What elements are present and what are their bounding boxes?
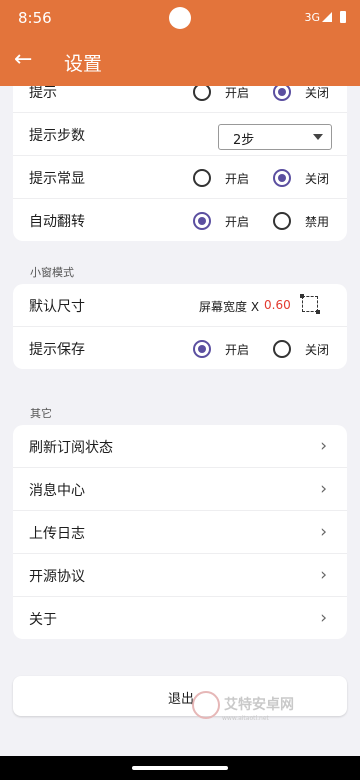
resize-icon[interactable]: [300, 294, 320, 314]
auto-flip-on-radio[interactable]: [193, 212, 211, 230]
watermark: 艾特安卓网 www.aitaotl.net: [192, 691, 294, 722]
list-item-open-source-license[interactable]: 开源协议 ›: [13, 554, 347, 597]
chevron-right-icon: ›: [320, 608, 327, 628]
battery-icon: [340, 11, 346, 23]
status-time: 8:56: [18, 9, 52, 27]
back-arrow-icon[interactable]: ←: [14, 47, 38, 73]
hint-steps-label: 提示步数: [29, 128, 85, 144]
hint-settings-card: 提示 开启 关闭 提示步数 2步 提示常显 开启 关闭 自动翻转 开启 禁用: [13, 86, 347, 241]
chevron-right-icon: ›: [320, 479, 327, 499]
watermark-text: 艾特安卓网: [224, 697, 294, 713]
list-item-upload-log[interactable]: 上传日志 ›: [13, 511, 347, 554]
dropdown-value: 2步: [233, 133, 255, 148]
hint-always-label: 提示常显: [29, 171, 85, 187]
hint-save-on-radio[interactable]: [193, 340, 211, 358]
option-on-label: 开启: [225, 172, 250, 186]
hint-steps-dropdown[interactable]: 2步: [218, 124, 332, 150]
hint-steps-row: 提示步数 2步: [13, 113, 347, 156]
list-item-message-center[interactable]: 消息中心 ›: [13, 468, 347, 511]
chevron-down-icon: [313, 134, 323, 140]
row-label: 提示: [29, 86, 57, 101]
screen-width-label: 屏幕宽度 X: [199, 300, 260, 314]
option-off-label: 关闭: [305, 86, 330, 100]
row-label: 关于: [29, 612, 57, 628]
section-title-other: 其它: [30, 407, 52, 420]
chevron-right-icon: ›: [320, 522, 327, 542]
option-on-label: 开启: [225, 215, 250, 229]
logout-button[interactable]: 退出: [13, 676, 347, 716]
default-size-row: 默认尺寸 屏幕宽度 X 0.60: [13, 284, 347, 327]
list-item-refresh-subscription[interactable]: 刷新订阅状态 ›: [13, 425, 347, 468]
option-off-label: 关闭: [305, 343, 330, 357]
radio-on[interactable]: [193, 86, 211, 101]
navigation-bar: [0, 756, 360, 780]
hint-always-on-radio[interactable]: [193, 169, 211, 187]
default-size-label: 默认尺寸: [29, 299, 85, 315]
app-bar: ← 设置: [0, 36, 360, 86]
size-factor-value: 0.60: [264, 298, 291, 312]
auto-flip-label: 自动翻转: [29, 214, 85, 230]
other-card: 刷新订阅状态 › 消息中心 › 上传日志 › 开源协议 › 关于 ›: [13, 425, 347, 639]
hint-always-row: 提示常显 开启 关闭: [13, 156, 347, 199]
list-item-about[interactable]: 关于 ›: [13, 597, 347, 639]
status-bar: 8:56 3G: [0, 0, 360, 36]
auto-flip-row: 自动翻转 开启 禁用: [13, 199, 347, 241]
page-title: 设置: [64, 53, 103, 75]
section-title-small-window: 小窗模式: [30, 266, 74, 279]
chevron-right-icon: ›: [320, 565, 327, 585]
row-label: 开源协议: [29, 569, 85, 585]
hint-partial-row: 提示 开启 关闭: [13, 86, 347, 113]
logout-label: 退出: [168, 692, 195, 707]
signal-icon: [322, 12, 332, 22]
hint-save-off-radio[interactable]: [273, 340, 291, 358]
option-on-label: 开启: [225, 343, 250, 357]
watermark-url: www.aitaotl.net: [222, 715, 269, 722]
hint-save-row: 提示保存 开启 关闭: [13, 327, 347, 369]
chevron-right-icon: ›: [320, 436, 327, 456]
row-label: 刷新订阅状态: [29, 440, 113, 456]
small-window-card: 默认尺寸 屏幕宽度 X 0.60 提示保存 开启 关闭: [13, 284, 347, 369]
option-off-label: 禁用: [305, 215, 330, 229]
option-on-label: 开启: [225, 86, 250, 100]
radio-off[interactable]: [273, 86, 291, 101]
auto-flip-disable-radio[interactable]: [273, 212, 291, 230]
hint-always-off-radio[interactable]: [273, 169, 291, 187]
row-label: 上传日志: [29, 526, 85, 542]
home-gesture-handle[interactable]: [132, 766, 228, 770]
camera-cutout: [169, 7, 191, 29]
option-off-label: 关闭: [305, 172, 330, 186]
hint-save-label: 提示保存: [29, 342, 85, 358]
settings-content[interactable]: 提示 开启 关闭 提示步数 2步 提示常显 开启 关闭 自动翻转 开启 禁用 小…: [0, 86, 360, 766]
watermark-logo-icon: [192, 691, 220, 719]
network-indicator: 3G: [304, 11, 320, 24]
row-label: 消息中心: [29, 483, 85, 499]
